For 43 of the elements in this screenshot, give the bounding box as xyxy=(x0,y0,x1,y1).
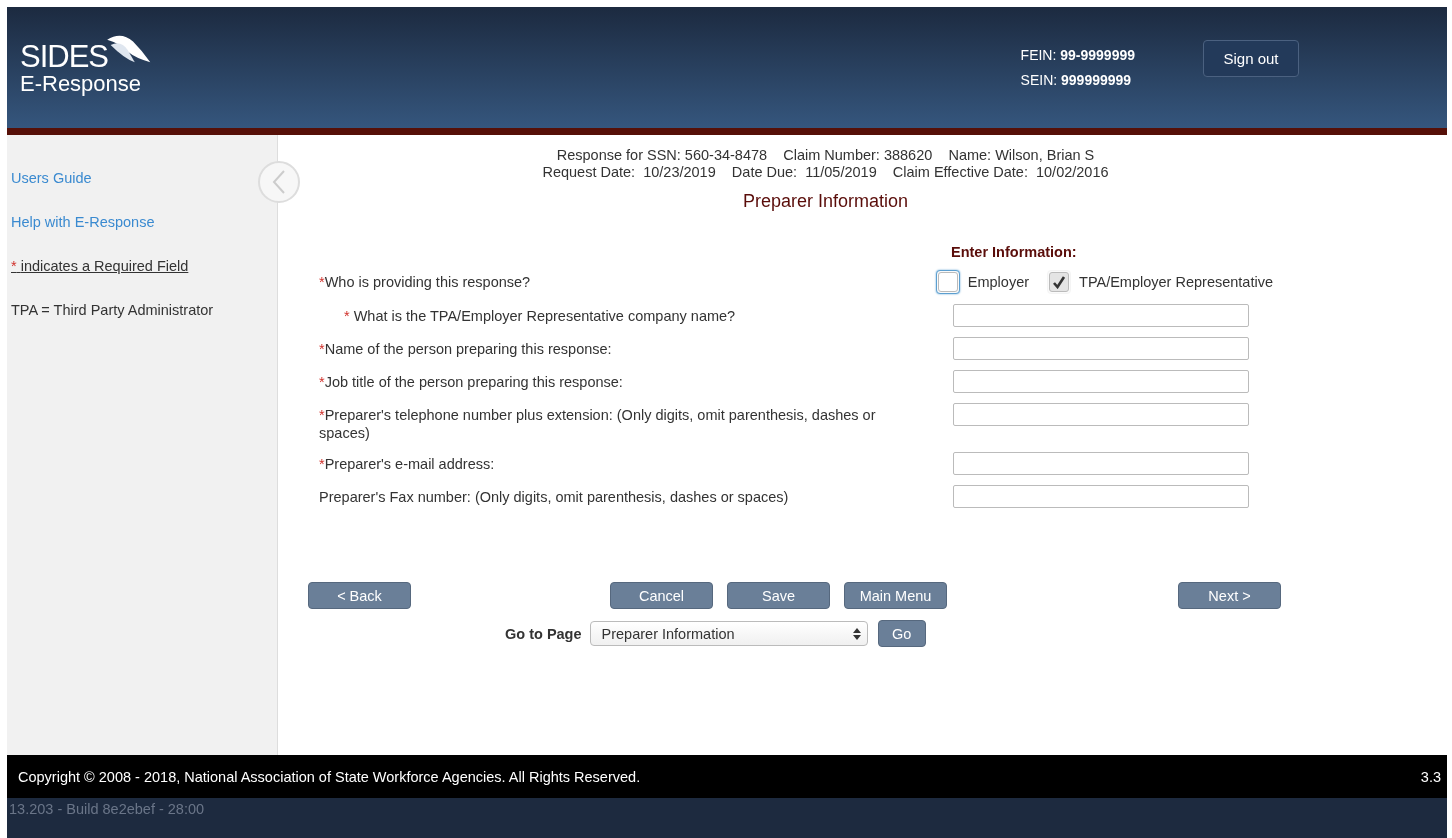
go-to-page-label: Go to Page xyxy=(505,625,582,642)
tpa-legend: TPA = Third Party Administrator xyxy=(11,301,273,319)
text-field[interactable] xyxy=(953,370,1249,393)
text-field[interactable] xyxy=(953,485,1249,508)
question-label: *Job title of the person preparing this response: xyxy=(319,373,624,391)
text-field[interactable] xyxy=(953,337,1249,360)
sign-out-button[interactable]: Sign out xyxy=(1203,40,1299,77)
employer-id: SEIN: 999999999 xyxy=(1020,72,1133,88)
copyright-text: Copyright © 2008 - 2018, National Association of State Workforce Agencies. All Rights Reserved. xyxy=(18,768,641,785)
page-title: Preparer Information xyxy=(741,191,910,212)
form-button[interactable]: Cancel xyxy=(610,582,713,609)
question-label: *Preparer's e-mail address: xyxy=(319,455,496,473)
go-button[interactable]: Go xyxy=(877,620,926,647)
page-select[interactable]: Preparer Information xyxy=(589,621,868,646)
sidebar-link[interactable]: Users Guide xyxy=(11,169,92,187)
logo-title: SIDES xyxy=(20,40,109,73)
required-field-note: * indicates a Required Field xyxy=(11,257,190,275)
sidebar-link[interactable]: Help with E-Response xyxy=(11,213,155,231)
collapse-sidebar-button[interactable] xyxy=(258,161,300,203)
build-info: 13.203 - Build 8e2ebef - 28:00 xyxy=(9,800,205,818)
question-label: *Name of the person preparing this response: xyxy=(319,340,613,358)
chevron-left-icon xyxy=(272,169,286,195)
claim-info: Response for SSN: 560-34-8478 Claim Number: 388620 Name: Wilson, Brian S xyxy=(556,147,1095,164)
employer-id: FEIN: 99-9999999 xyxy=(1020,47,1135,63)
question-label: * What is the TPA/Employer Representative company name? xyxy=(344,307,737,325)
form-button[interactable]: Save xyxy=(727,582,830,609)
up-down-arrows-icon xyxy=(852,627,861,640)
question-label: Preparer's Fax number: (Only digits, omit parenthesis, dashes or spaces) xyxy=(319,488,790,506)
text-field[interactable] xyxy=(953,403,1249,426)
text-field[interactable] xyxy=(953,304,1249,327)
text-field[interactable] xyxy=(953,452,1249,475)
checkbox-label: Employer xyxy=(967,274,1030,290)
check-icon xyxy=(1052,275,1067,289)
back-button[interactable]: < Back xyxy=(308,582,411,609)
section-heading: Enter Information: xyxy=(951,244,1078,260)
version-number: 3.3 xyxy=(1420,768,1441,785)
question-label: *Who is providing this response? xyxy=(319,273,532,291)
logo-subtitle: E-Response xyxy=(20,72,142,95)
form-button[interactable]: Main Menu xyxy=(844,582,947,609)
claim-info: Request Date: 10/23/2019 Date Due: 11/05/2019 Claim Effective Date: 10/02/2016 xyxy=(542,164,1109,181)
checkbox-label: TPA/Employer Representative xyxy=(1079,274,1273,290)
question-label: *Preparer's telephone number plus extension: (Only digits, omit parenthesis, dashes or spaces) xyxy=(319,406,877,442)
next-button[interactable]: Next > xyxy=(1178,582,1281,609)
